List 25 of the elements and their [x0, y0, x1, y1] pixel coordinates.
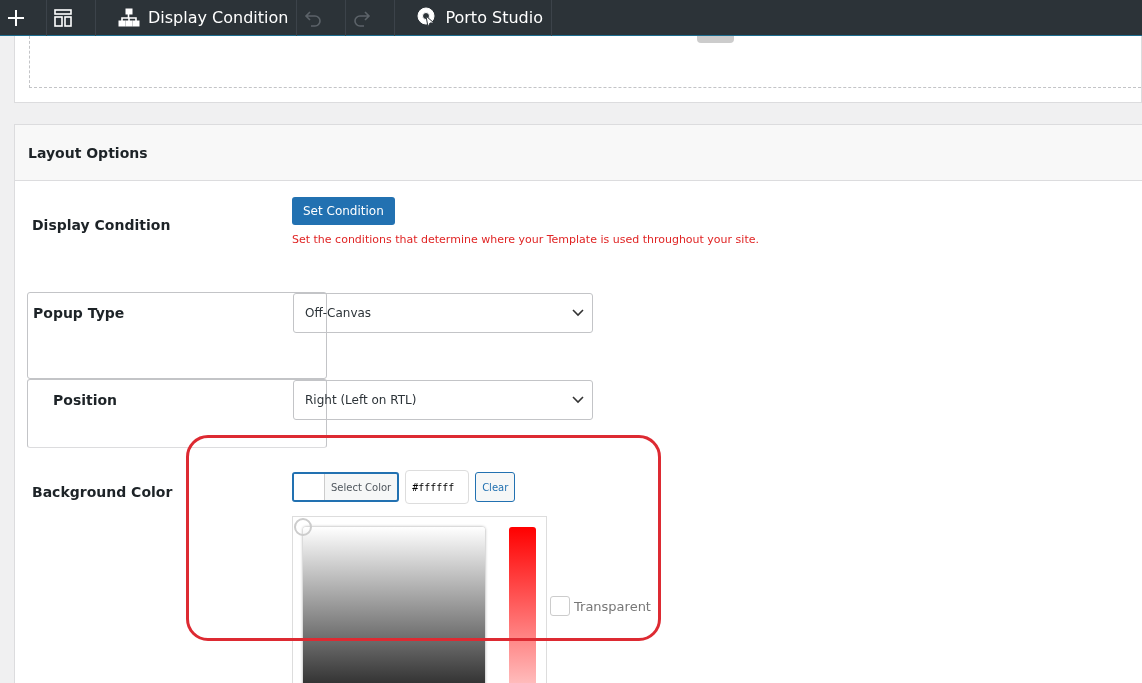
cursor-target-icon	[417, 6, 438, 29]
picker-handle[interactable]	[294, 518, 312, 536]
panel-title: Layout Options	[28, 144, 148, 161]
sitemap-icon	[118, 7, 140, 28]
field-label: Popup Type	[32, 305, 125, 321]
field-label: Position	[52, 392, 118, 408]
checkbox-label: Transparent	[574, 598, 651, 614]
select-color-button[interactable]: Select Color	[292, 472, 400, 502]
help-text: Set the conditions that determine where your Template is used throughout your site.	[292, 233, 759, 246]
hex-input-field[interactable]: #ffffff	[405, 470, 470, 504]
chevron-down-icon	[572, 309, 584, 317]
select-dropdown[interactable]: Off-Canvas	[293, 293, 593, 333]
field-label: Background Color	[31, 484, 173, 500]
select-dropdown[interactable]: Right (Left on RTL)	[293, 380, 593, 420]
chevron-down-icon	[572, 396, 584, 404]
saturation-gradient[interactable]	[303, 527, 485, 683]
layout-icon	[53, 7, 73, 28]
toolbar-button[interactable]: Display Condition	[96, 0, 298, 36]
field-label: Display Condition	[31, 217, 171, 233]
checkbox[interactable]	[550, 596, 570, 616]
plus-icon	[6, 7, 26, 28]
toolbar-button[interactable]: Porto Studio	[395, 0, 552, 36]
drag-handle[interactable]	[697, 36, 734, 43]
set-condition-button[interactable]: Set Condition	[292, 197, 395, 225]
clear-button[interactable]: Clear	[475, 472, 516, 502]
